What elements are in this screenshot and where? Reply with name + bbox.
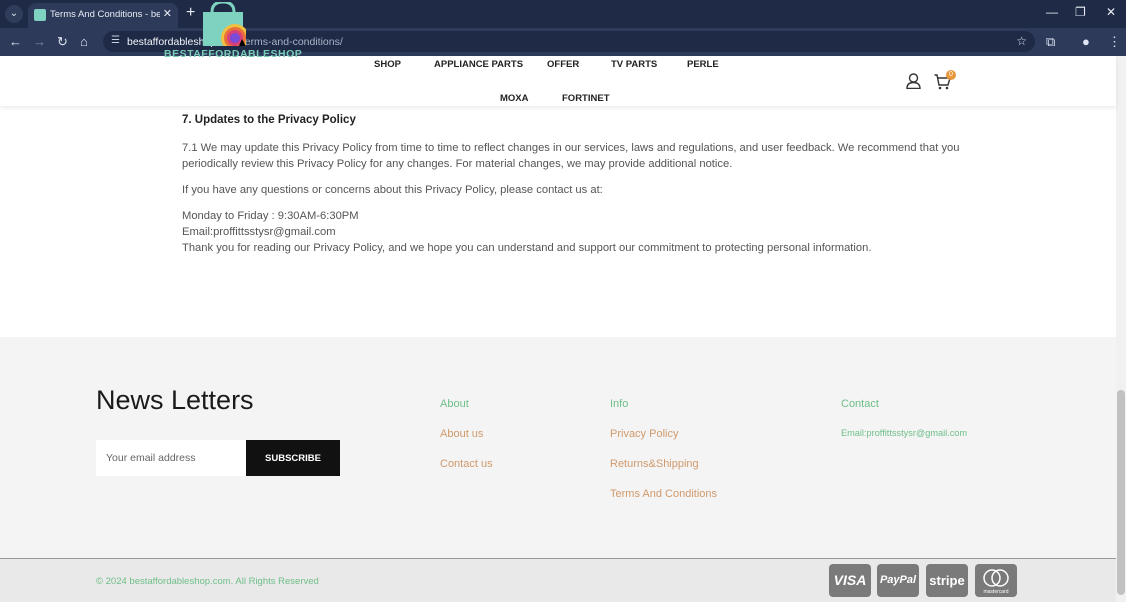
- reload-icon[interactable]: ↻: [57, 34, 68, 50]
- close-window-icon[interactable]: ✕: [1106, 5, 1116, 19]
- nav-moxa[interactable]: MOXA: [500, 93, 529, 104]
- cart-count-badge: 0: [946, 70, 956, 80]
- forward-icon[interactable]: →: [33, 34, 46, 49]
- scrollbar-thumb[interactable]: [1117, 390, 1125, 595]
- newsletter-email-field[interactable]: [96, 440, 246, 476]
- footer-link-contact-us[interactable]: Contact us: [440, 458, 493, 470]
- footer-about-heading[interactable]: About: [440, 398, 469, 410]
- nav-appliance-parts[interactable]: APPLIANCE PARTS: [434, 59, 523, 70]
- extensions-icon[interactable]: ⧉: [1046, 34, 1055, 50]
- account-icon[interactable]: [906, 73, 921, 89]
- footer-contact-heading[interactable]: Contact: [841, 398, 879, 410]
- footer-link-about-us[interactable]: About us: [440, 428, 483, 440]
- visa-icon: VISA: [829, 564, 871, 597]
- paragraph-updates: 7.1 We may update this Privacy Policy fr…: [182, 142, 960, 170]
- mastercard-label: mastercard: [983, 589, 1009, 595]
- logo-text[interactable]: BESTAFFORDABLESHOP: [164, 48, 302, 60]
- footer-contact-email[interactable]: Email:proffittsstysr@gmail.com: [841, 428, 967, 438]
- logo-bag-icon[interactable]: [200, 2, 246, 46]
- mastercard-icon: mastercard: [975, 564, 1017, 597]
- browser-tab-bar: ⌄ Terms And Conditions - bestaff ✕ + — ❐…: [0, 0, 1126, 28]
- nav-perle[interactable]: PERLE: [687, 59, 719, 70]
- favicon-icon: [34, 9, 46, 21]
- footer-link-returns-shipping[interactable]: Returns&Shipping: [610, 458, 699, 470]
- restore-icon[interactable]: ❐: [1075, 5, 1086, 19]
- paragraph-contact: If you have any questions or concerns ab…: [182, 184, 603, 196]
- home-icon[interactable]: ⌂: [80, 34, 88, 49]
- tab-title: Terms And Conditions - bestaff: [50, 9, 160, 20]
- mastercard-circles-icon: [983, 569, 1009, 587]
- bookmark-star-icon[interactable]: ☆: [1016, 34, 1027, 48]
- back-icon[interactable]: ←: [9, 34, 22, 49]
- section-title: 7. Updates to the Privacy Policy: [182, 114, 356, 126]
- close-tab-icon[interactable]: ✕: [163, 7, 172, 20]
- tab-search-icon[interactable]: ⌄: [5, 5, 23, 23]
- minimize-icon[interactable]: —: [1046, 5, 1058, 19]
- profile-icon[interactable]: ●: [1082, 34, 1090, 49]
- newsletter-email-input[interactable]: [96, 440, 246, 476]
- paypal-icon: PayPal: [877, 564, 919, 597]
- new-tab-button[interactable]: +: [186, 4, 195, 22]
- thanks-text: Thank you for reading our Privacy Policy…: [182, 242, 872, 254]
- site-info-icon[interactable]: ☰: [111, 35, 120, 46]
- stripe-icon: stripe: [926, 564, 968, 597]
- nav-fortinet[interactable]: FORTINET: [562, 93, 610, 104]
- menu-icon[interactable]: ⋮: [1108, 34, 1121, 50]
- nav-offer[interactable]: OFFER: [547, 59, 579, 70]
- footer-link-privacy-policy[interactable]: Privacy Policy: [610, 428, 678, 440]
- url-path: /terms-and-conditions/: [238, 36, 343, 48]
- browser-tab[interactable]: Terms And Conditions - bestaff ✕: [28, 3, 178, 28]
- footer-info-heading[interactable]: Info: [610, 398, 628, 410]
- contact-email: Email:proffittsstysr@gmail.com: [182, 226, 336, 238]
- footer-link-terms[interactable]: Terms And Conditions: [610, 488, 717, 500]
- nav-tv-parts[interactable]: TV PARTS: [611, 59, 657, 70]
- business-hours: Monday to Friday : 9:30AM-6:30PM: [182, 210, 359, 222]
- newsletter-title: News Letters: [96, 385, 254, 415]
- subscribe-button[interactable]: SUBSCRIBE: [246, 440, 340, 476]
- copyright: © 2024 bestaffordableshop.com. All Right…: [96, 576, 319, 587]
- nav-shop[interactable]: SHOP: [374, 59, 401, 70]
